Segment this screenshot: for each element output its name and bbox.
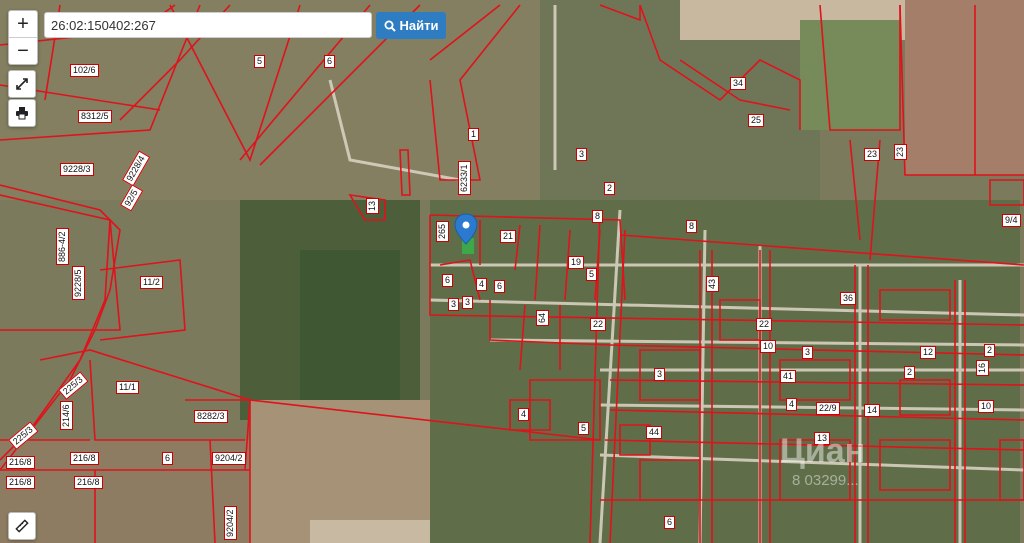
parcel-label: 4 xyxy=(476,278,488,291)
watermark-phone: 8 03299... xyxy=(792,472,859,489)
expand-icon xyxy=(16,78,28,90)
parcel-label: 6 xyxy=(324,55,336,68)
parcel-label: 21 xyxy=(500,230,517,243)
parcel-label: 216/8 xyxy=(6,456,35,469)
parcel-label: 2 xyxy=(984,344,996,357)
parcel-label: 216/8 xyxy=(70,452,99,465)
parcel-label: 64 xyxy=(536,309,549,326)
parcel-label: 10 xyxy=(978,400,995,413)
parcel-label: 11/2 xyxy=(140,276,163,289)
parcel-label: 5 xyxy=(586,268,598,281)
parcel-label: 36 xyxy=(840,292,857,305)
parcel-label: 3 xyxy=(654,368,666,381)
parcel-label: 8282/3 xyxy=(194,410,228,423)
parcel-label: 25 xyxy=(748,114,765,127)
parcel-label: 16 xyxy=(976,359,989,376)
parcel-label: 3 xyxy=(576,148,588,161)
parcel-label: 10 xyxy=(760,340,777,353)
parcel-label: 8 xyxy=(686,220,698,233)
search-button-label: Найти xyxy=(399,18,439,33)
parcel-label: 265 xyxy=(436,220,449,242)
parcel-label: 23 xyxy=(864,148,881,161)
parcel-label: 102/6 xyxy=(70,64,99,77)
parcel-label: 8312/5 xyxy=(78,110,112,123)
parcel-label: 13 xyxy=(366,197,379,214)
parcel-label: 22 xyxy=(590,318,607,331)
parcel-label: 3 xyxy=(462,296,474,309)
search-button[interactable]: Найти xyxy=(376,12,446,39)
parcel-label: 6 xyxy=(494,280,506,293)
parcel-label: 216/8 xyxy=(74,476,103,489)
zoom-control: + − xyxy=(8,10,38,65)
parcel-label: 6 xyxy=(442,274,454,287)
print-button[interactable] xyxy=(8,99,36,127)
parcel-label: 5 xyxy=(578,422,590,435)
parcel-label: 9228/5 xyxy=(72,266,85,300)
parcel-label: 5 xyxy=(254,55,266,68)
parcel-label: 9/4 xyxy=(1002,214,1021,227)
parcel-label: 9204/2 xyxy=(212,452,246,465)
parcel-label: 8 xyxy=(592,210,604,223)
parcel-label: 4 xyxy=(786,398,798,411)
parcel-label: 34 xyxy=(730,77,747,90)
parcel-label: 886-4/2 xyxy=(56,228,69,265)
parcel-label: 6 xyxy=(162,452,174,465)
cadastral-search-input[interactable] xyxy=(44,12,372,38)
parcel-label: 22/9 xyxy=(816,402,840,415)
parcel-label: 23 xyxy=(894,143,907,160)
map-imagery xyxy=(0,0,1024,543)
satellite-map[interactable]: 102/6 5 6 8312/5 9228/3 9228/4 92/5 11/2… xyxy=(0,0,1024,543)
fullscreen-button[interactable] xyxy=(8,70,36,98)
parcel-label: 1 xyxy=(468,128,480,141)
parcel-label: 19 xyxy=(568,256,585,269)
watermark: Циан xyxy=(780,432,866,470)
parcel-label: 6 xyxy=(664,516,676,529)
parcel-label: 12 xyxy=(920,346,937,359)
parcel-label: 2 xyxy=(904,366,916,379)
parcel-label: 22 xyxy=(756,318,773,331)
parcel-label: 2 xyxy=(604,182,616,195)
parcel-label: 9228/3 xyxy=(60,163,94,176)
parcel-label: 216/8 xyxy=(6,476,35,489)
printer-icon xyxy=(16,107,28,120)
parcel-label: 14 xyxy=(864,404,881,417)
parcel-label: 6233/1 xyxy=(458,161,471,195)
ruler-icon xyxy=(15,519,29,533)
parcel-label: 11/1 xyxy=(116,381,139,394)
search-icon xyxy=(384,20,396,32)
measure-button[interactable] xyxy=(8,512,36,540)
parcel-label: 3 xyxy=(802,346,814,359)
zoom-out-button[interactable]: − xyxy=(9,37,37,64)
parcel-label: 3 xyxy=(448,298,460,311)
parcel-label: 44 xyxy=(646,426,663,439)
parcel-label: 43 xyxy=(706,275,719,292)
parcel-label: 41 xyxy=(780,370,797,383)
zoom-in-button[interactable]: + xyxy=(9,11,37,37)
parcel-label: 214/6 xyxy=(60,401,73,430)
parcel-label: 9204/2 xyxy=(224,506,237,540)
parcel-label: 4 xyxy=(518,408,530,421)
